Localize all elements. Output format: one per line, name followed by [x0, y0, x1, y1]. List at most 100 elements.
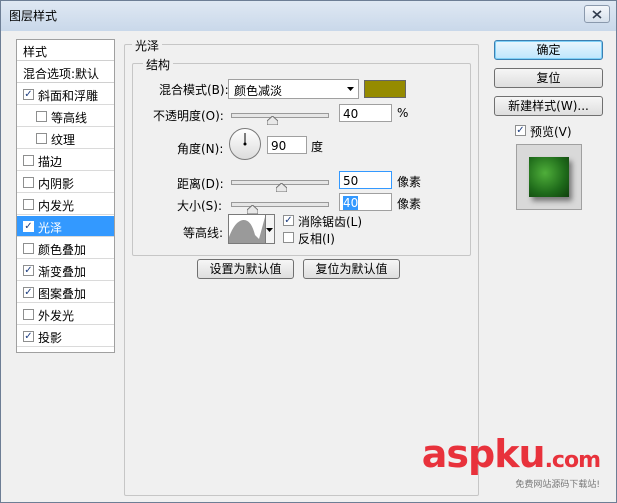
- reset-default-button[interactable]: 复位为默认值: [303, 259, 400, 279]
- title-bar: 图层样式: [1, 1, 616, 29]
- style-item[interactable]: ✓ 图案叠加: [17, 282, 114, 303]
- style-list-header[interactable]: 样式: [17, 40, 114, 61]
- style-item-checkbox[interactable]: [23, 155, 34, 166]
- distance-value: 50: [343, 174, 359, 188]
- style-item[interactable]: 内发光: [17, 194, 114, 215]
- style-item-checkbox[interactable]: ✓: [23, 221, 34, 232]
- size-slider-thumb[interactable]: [247, 205, 258, 214]
- reset-button[interactable]: 复位: [494, 68, 603, 88]
- style-preview: [516, 144, 582, 210]
- window-title: 图层样式: [9, 9, 58, 23]
- structure-group: 结构 混合模式(B): 颜色减淡 不透明度(O): 40 % 角度(N): 90…: [132, 56, 471, 256]
- preview-label[interactable]: 预览(V): [530, 123, 572, 140]
- blend-mode-value: 颜色减淡: [234, 84, 283, 98]
- satin-group-title: 光泽: [132, 37, 163, 54]
- style-list-header-label: 样式: [23, 45, 48, 59]
- ok-button[interactable]: 确定: [494, 40, 603, 60]
- angle-value: 90: [271, 139, 287, 153]
- new-style-button[interactable]: 新建样式(W)...: [494, 96, 603, 116]
- watermark-tagline: 免费网站源码下载站!: [515, 480, 600, 490]
- contour-label: 等高线:: [183, 226, 224, 240]
- style-item-label: 描边: [38, 155, 63, 169]
- style-item-checkbox[interactable]: [23, 309, 34, 320]
- style-item-checkbox[interactable]: ✓: [23, 287, 34, 298]
- blend-mode-label: 混合模式(B):: [159, 83, 229, 97]
- style-item-checkbox[interactable]: ✓: [23, 331, 34, 342]
- style-item-label: 渐变叠加: [38, 265, 87, 279]
- close-icon: [592, 9, 602, 19]
- style-item[interactable]: 纹理: [17, 128, 114, 149]
- blend-mode-select[interactable]: 颜色减淡: [228, 79, 359, 99]
- distance-unit: 像素: [397, 175, 422, 189]
- chevron-down-icon: [347, 87, 354, 91]
- watermark-brand: aspku: [421, 432, 546, 476]
- style-item-checkbox[interactable]: [23, 199, 34, 210]
- satin-group: 光泽 结构 混合模式(B): 颜色减淡 不透明度(O): 40 % 角度(N):: [124, 37, 479, 496]
- site-watermark: aspku.com 免费网站源码下载站!: [421, 432, 601, 491]
- style-item-checkbox[interactable]: [36, 133, 47, 144]
- style-item[interactable]: ✓ 渐变叠加: [17, 260, 114, 281]
- style-item[interactable]: 颜色叠加: [17, 238, 114, 259]
- angle-label: 角度(N):: [177, 142, 224, 156]
- antialias-checkbox[interactable]: ✓: [283, 215, 294, 226]
- style-item-label: 外发光: [38, 309, 75, 323]
- angle-input[interactable]: 90: [267, 136, 307, 154]
- dialog-client: 样式 混合选项:默认 ✓ 斜面和浮雕等高线纹理描边内阴影内发光 ✓ 光泽颜色叠加 ✓ 渐变…: [7, 31, 610, 496]
- size-unit: 像素: [397, 197, 422, 211]
- preview-thumbnail: [529, 157, 569, 197]
- angle-indicator-icon: [243, 133, 247, 146]
- style-item-checkbox[interactable]: [23, 177, 34, 188]
- structure-group-title: 结构: [143, 56, 174, 73]
- style-item[interactable]: 等高线: [17, 106, 114, 127]
- invert-checkbox[interactable]: [283, 232, 294, 243]
- contour-curve-icon: [229, 217, 265, 243]
- size-slider-track[interactable]: [231, 202, 329, 207]
- contour-dropdown-button[interactable]: [266, 214, 275, 244]
- style-item[interactable]: ✓ 投影: [17, 326, 114, 347]
- close-button[interactable]: [584, 5, 610, 23]
- style-item-label: 光泽: [38, 221, 63, 235]
- blend-options-label: 混合选项:默认: [23, 67, 100, 81]
- contour-preview[interactable]: [228, 214, 266, 244]
- style-item[interactable]: ✓ 光泽: [17, 216, 114, 237]
- distance-input[interactable]: 50: [339, 171, 392, 189]
- style-item-label: 图案叠加: [38, 287, 87, 301]
- style-item[interactable]: 内阴影: [17, 172, 114, 193]
- angle-dial[interactable]: [229, 128, 261, 160]
- style-item[interactable]: 外发光: [17, 304, 114, 325]
- size-input[interactable]: 40: [339, 193, 392, 211]
- make-default-button[interactable]: 设置为默认值: [197, 259, 294, 279]
- opacity-slider-track[interactable]: [231, 113, 329, 118]
- style-item[interactable]: ✓ 斜面和浮雕: [17, 84, 114, 105]
- opacity-value: 40: [343, 107, 359, 121]
- distance-label: 距离(D):: [177, 177, 224, 191]
- style-item-label: 内发光: [38, 199, 75, 213]
- style-item-label: 投影: [38, 331, 63, 345]
- watermark-tld: .com: [544, 448, 601, 473]
- opacity-unit: %: [397, 106, 409, 120]
- style-item-label: 等高线: [51, 111, 88, 125]
- preview-checkbox[interactable]: ✓: [515, 125, 526, 136]
- style-item-checkbox[interactable]: ✓: [23, 89, 34, 100]
- style-item-label: 纹理: [51, 133, 76, 147]
- style-list: 样式 混合选项:默认 ✓ 斜面和浮雕等高线纹理描边内阴影内发光 ✓ 光泽颜色叠加 ✓ 渐变…: [16, 39, 115, 353]
- blend-options-item[interactable]: 混合选项:默认: [17, 62, 114, 83]
- style-item-label: 斜面和浮雕: [38, 89, 99, 103]
- satin-color-swatch[interactable]: [364, 80, 406, 98]
- invert-label[interactable]: 反相(I): [298, 230, 335, 247]
- opacity-slider-thumb[interactable]: [266, 116, 278, 125]
- opacity-input[interactable]: 40: [339, 104, 392, 122]
- opacity-label: 不透明度(O):: [153, 109, 224, 123]
- style-item-checkbox[interactable]: [36, 111, 47, 122]
- style-item[interactable]: 描边: [17, 150, 114, 171]
- chevron-down-icon: [266, 228, 273, 232]
- antialias-label[interactable]: 消除锯齿(L): [298, 213, 362, 230]
- size-label: 大小(S):: [177, 199, 223, 213]
- style-item-label: 颜色叠加: [38, 243, 87, 257]
- layer-style-dialog: 图层样式 样式 混合选项:默认 ✓ 斜面和浮雕 等高线 纹理 描边 内阴影 内发光 ✓ 光泽 颜色…: [0, 0, 617, 503]
- style-item-checkbox[interactable]: ✓: [23, 265, 34, 276]
- angle-unit: 度: [311, 140, 324, 154]
- style-item-checkbox[interactable]: [23, 243, 34, 254]
- size-value: 40: [343, 196, 359, 210]
- distance-slider-thumb[interactable]: [276, 183, 287, 192]
